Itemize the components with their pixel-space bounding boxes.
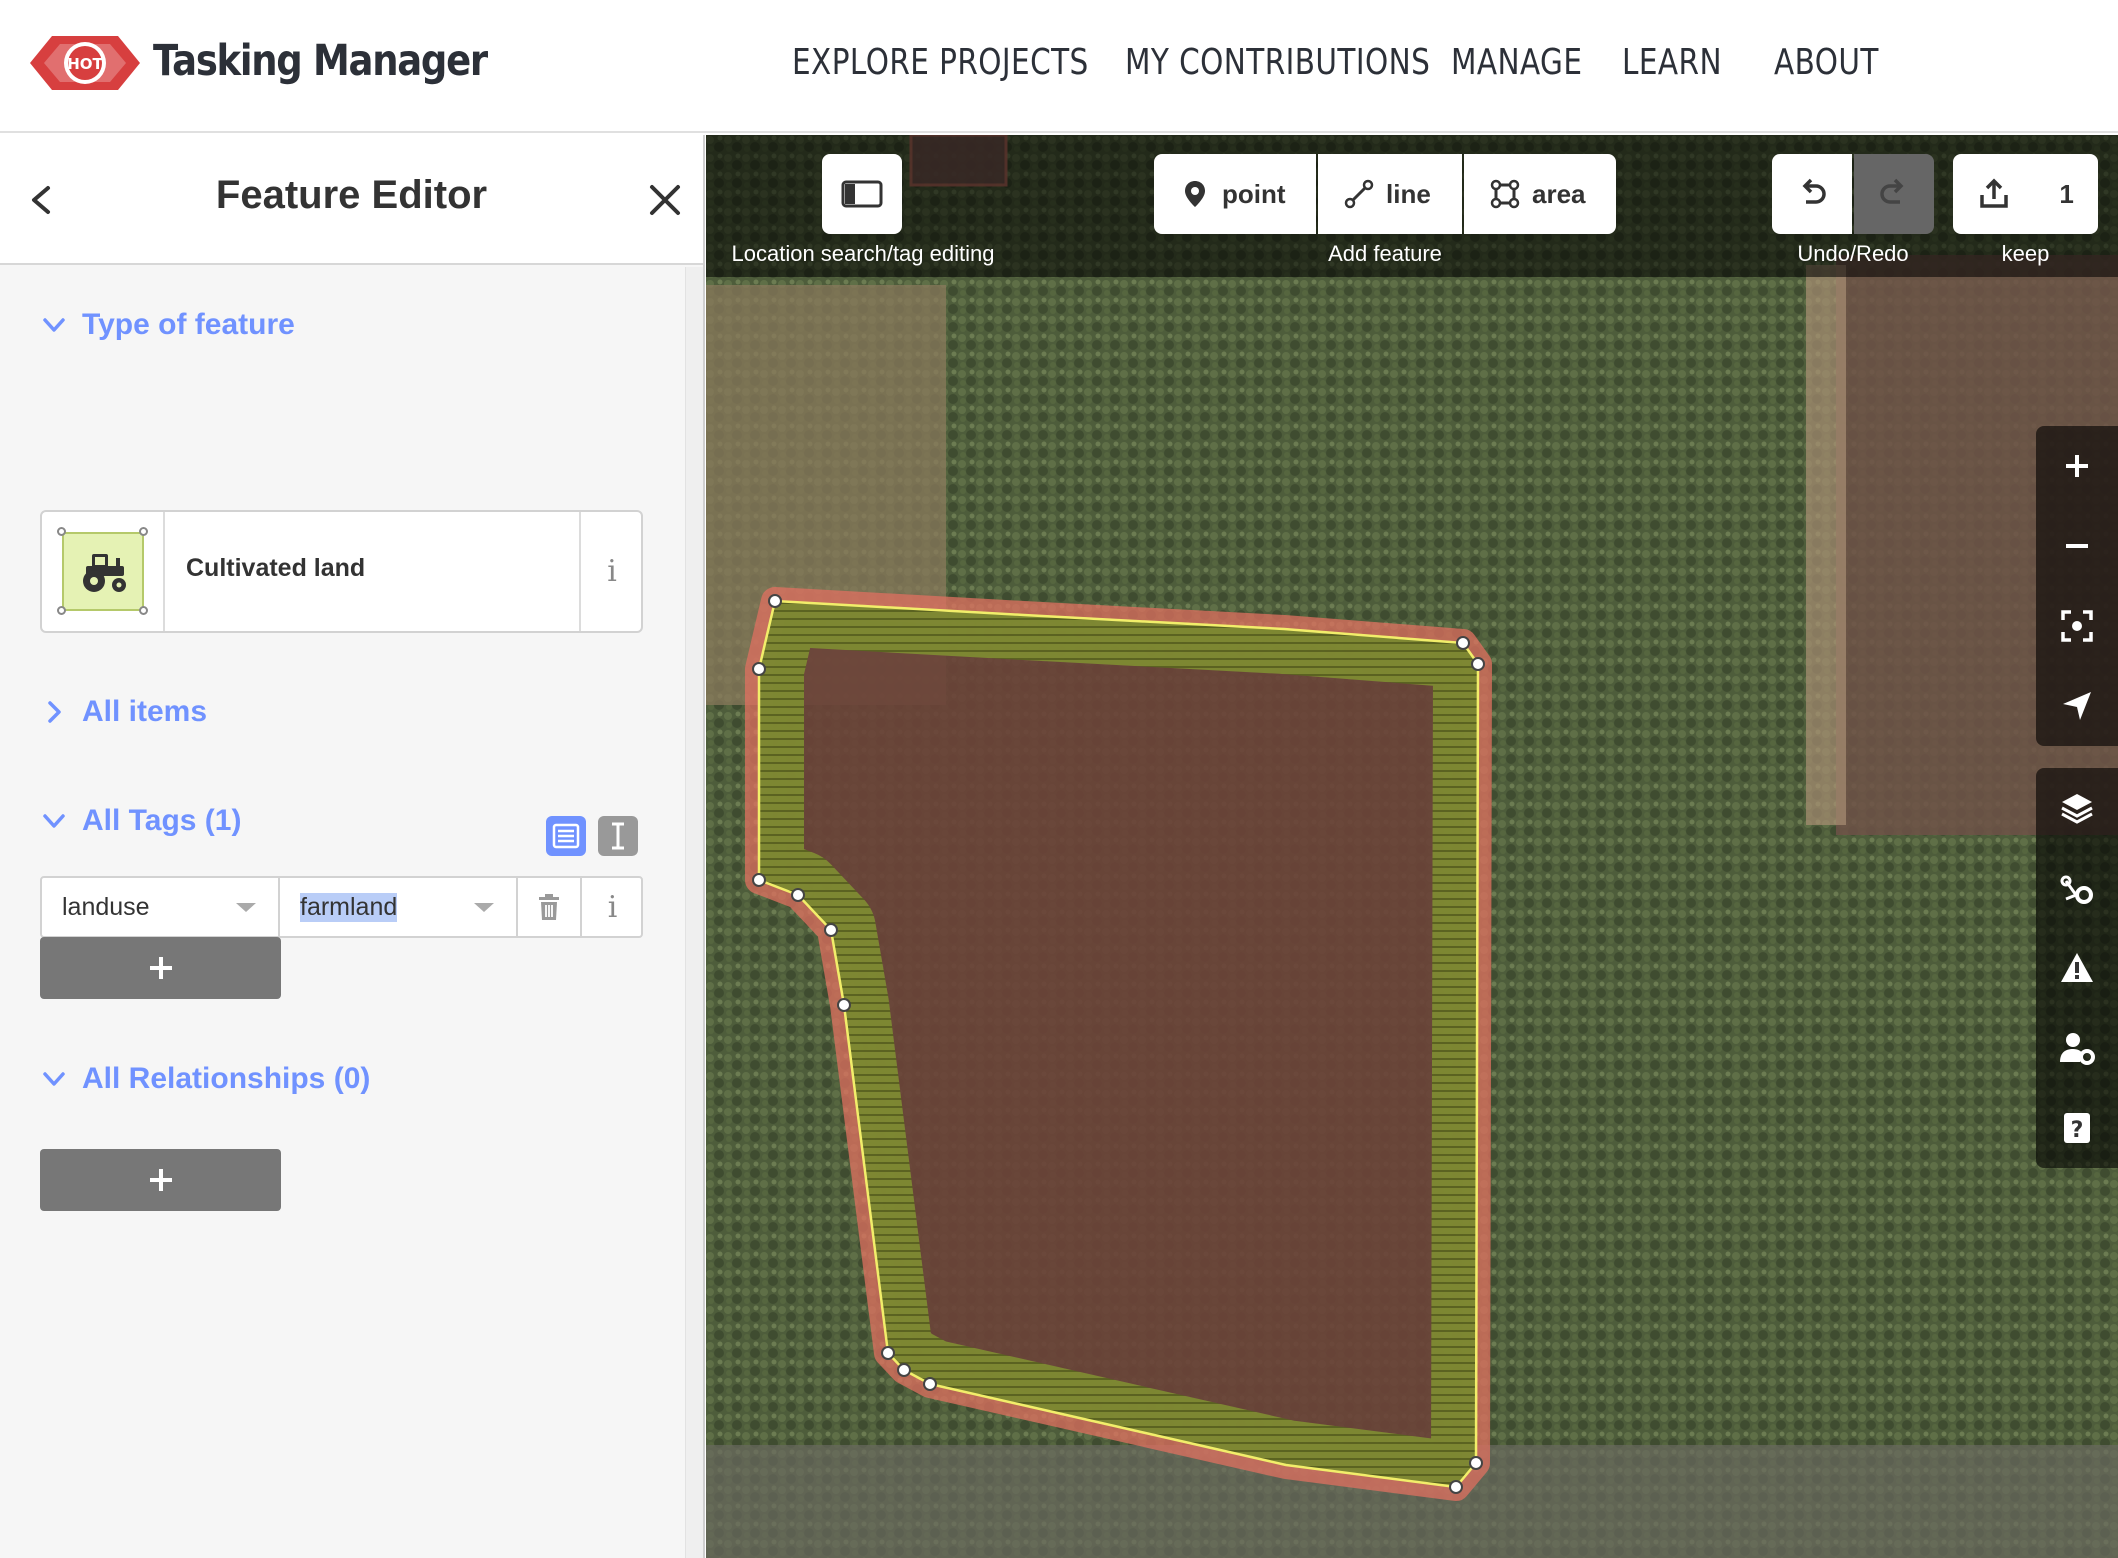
issues-icon (2061, 953, 2093, 982)
chevron-down-icon (43, 318, 65, 332)
nav-learn[interactable]: LEARN (1622, 42, 1722, 83)
vertex-handle (139, 606, 148, 615)
chevron-down-icon (43, 1072, 65, 1086)
nav-my-contributions[interactable]: MY CONTRIBUTIONS (1125, 42, 1430, 83)
list-view-icon[interactable] (546, 816, 586, 856)
map-navigation-controls (2036, 426, 2118, 746)
line-icon (1344, 179, 1374, 209)
type-of-feature-toggle[interactable]: Type of feature (40, 308, 295, 342)
undo-button[interactable] (1772, 154, 1852, 234)
undo-redo-label: Undo/Redo (1797, 241, 1909, 266)
add-point-button[interactable]: point (1154, 154, 1316, 234)
nav-manage[interactable]: MANAGE (1451, 42, 1582, 83)
top-navigation-bar: HOT Tasking Manager EXPLORE PROJECTS MY … (0, 0, 2118, 133)
zoom-in-icon (2066, 455, 2088, 477)
upload-icon (1980, 178, 2008, 208)
chevron-down-icon (43, 814, 65, 828)
sidebar-title: Feature Editor (215, 173, 488, 217)
zoom-in-button[interactable] (2036, 426, 2118, 506)
all-items-label: All items (82, 695, 208, 728)
all-tags-toggle[interactable]: All Tags (1) (40, 804, 241, 838)
nav-about[interactable]: ABOUT (1774, 42, 1879, 83)
satellite-imagery (706, 135, 2118, 1558)
add-relation-button[interactable] (40, 1149, 281, 1211)
dropdown-caret-icon (236, 903, 256, 912)
plus-icon (149, 957, 172, 979)
all-relationships-label: All Relationships (0) (82, 1062, 371, 1095)
feature-editor-sidebar: Feature Editor Type of feature Cultivate… (0, 135, 705, 1558)
issues-button[interactable] (2036, 928, 2118, 1008)
save-label: keep (2001, 241, 2050, 266)
sidebar-header: Feature Editor (0, 135, 703, 265)
sidebar-toggle-label: Location search/tag editing (731, 241, 995, 266)
sidebar-toggle-button[interactable] (822, 154, 902, 234)
preset-selector[interactable]: Cultivated land i (40, 510, 643, 633)
trash-icon (539, 894, 559, 920)
close-icon[interactable] (644, 179, 686, 221)
tag-value-combo[interactable]: farmland (280, 878, 518, 936)
tag-key-text: landuse (62, 893, 150, 921)
help-button[interactable]: ? (2036, 1088, 2118, 1168)
chevron-right-icon (48, 701, 61, 723)
logo-text: HOT (67, 55, 103, 73)
type-of-feature-label: Type of feature (82, 308, 295, 341)
nav-explore-projects[interactable]: EXPLORE PROJECTS (792, 42, 1089, 83)
plus-icon (149, 1169, 172, 1191)
map-data-button[interactable] (2036, 848, 2118, 928)
all-relationships-toggle[interactable]: All Relationships (0) (40, 1062, 370, 1096)
vertex-handle (57, 606, 66, 615)
dropdown-caret-icon (474, 903, 494, 912)
point-label: point (1222, 178, 1286, 209)
all-items-toggle[interactable]: All items (40, 695, 207, 729)
point-icon (1185, 181, 1205, 207)
sidebar-toggle-icon (841, 180, 883, 208)
tag-value-text: farmland (300, 893, 398, 922)
redo-icon (1880, 178, 1904, 204)
line-label: line (1386, 178, 1431, 209)
zoom-out-button[interactable] (2036, 506, 2118, 586)
brand-title[interactable]: Tasking Manager (153, 36, 488, 86)
delete-tag-button[interactable] (518, 878, 582, 936)
geolocate-button[interactable] (2036, 666, 2118, 746)
undo-icon (1802, 178, 1826, 204)
redo-button[interactable] (1854, 154, 1934, 234)
help-icon: ? (2064, 1113, 2090, 1143)
text-view-icon[interactable] (598, 816, 638, 856)
all-tags-label: All Tags (1) (82, 804, 242, 837)
add-area-button[interactable]: area (1464, 154, 1616, 234)
map-pane-controls: ? (2036, 768, 2118, 1168)
zoom-to-selection-button[interactable] (2036, 586, 2118, 666)
hot-logo[interactable]: HOT (30, 30, 140, 96)
zoom-out-icon (2066, 544, 2088, 548)
map-data-icon (2060, 875, 2093, 904)
add-line-button[interactable]: line (1318, 154, 1462, 234)
area-label: area (1532, 178, 1586, 209)
preset-info-button[interactable]: i (579, 512, 643, 631)
add-feature-label: Add feature (1328, 241, 1442, 266)
zoom-to-selection-icon (2061, 610, 2093, 642)
preferences-button[interactable] (2036, 1008, 2118, 1088)
tag-row: landuse farmland i (40, 876, 643, 938)
tractor-icon (83, 554, 126, 592)
vertex-handle (57, 527, 66, 536)
edit-count: 1 (2059, 178, 2074, 209)
svg-text:?: ? (2071, 1118, 2084, 1143)
vertex-handle (139, 527, 148, 536)
map-canvas[interactable]: Location search/tag editing point line a… (706, 135, 2118, 1558)
tag-info-button[interactable]: i (582, 878, 643, 936)
dirt-path (1806, 265, 1846, 825)
preset-icon-box (42, 512, 165, 631)
geolocate-icon (2063, 692, 2091, 720)
preset-name: Cultivated land (186, 554, 366, 582)
tag-key-combo[interactable]: landuse (42, 878, 280, 936)
area-icon (1490, 179, 1520, 209)
add-tag-button[interactable] (40, 937, 281, 999)
save-button[interactable]: 1 (1953, 154, 2098, 234)
preferences-icon (2060, 1033, 2095, 1065)
background-layers-button[interactable] (2036, 768, 2118, 848)
layers-icon (2061, 794, 2093, 824)
sidebar-scrollbar[interactable] (685, 267, 703, 1558)
